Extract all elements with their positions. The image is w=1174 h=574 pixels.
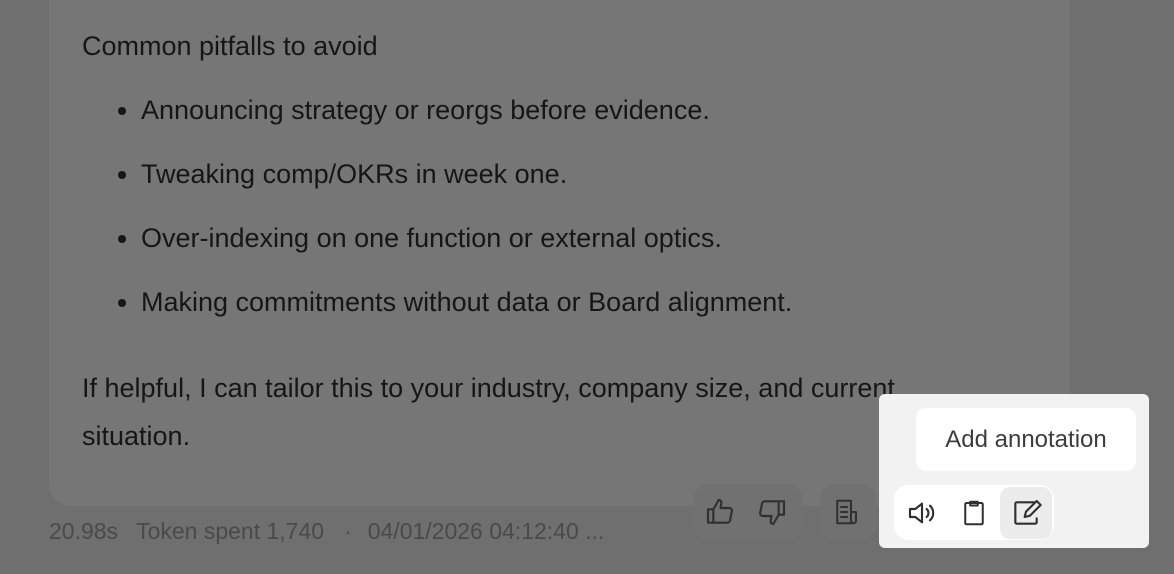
thumbs-down-button[interactable] <box>746 486 798 538</box>
list-item: Tweaking comp/OKRs in week one. <box>141 152 1042 216</box>
thumbs-up-icon <box>704 496 736 528</box>
annotation-log-action <box>820 484 876 540</box>
token-count: Token spent 1,740 <box>136 518 325 544</box>
speaker-icon <box>906 497 938 529</box>
list-item: Over-indexing on one function or externa… <box>141 216 1042 280</box>
copy-button[interactable] <box>948 487 1000 539</box>
pitfalls-list: Announcing strategy or reorgs before evi… <box>82 88 1042 344</box>
meta-separator: · <box>344 518 352 544</box>
message-meta: 20.98s Token spent 1,740 · 04/01/2026 04:12… <box>49 518 604 545</box>
message-toolbar <box>894 485 1054 540</box>
list-item: Making commitments without data or Board… <box>141 280 1042 344</box>
add-annotation-tooltip: Add annotation <box>916 408 1136 471</box>
thumbs-up-button[interactable] <box>694 486 746 538</box>
list-item: Announcing strategy or reorgs before evi… <box>141 88 1042 152</box>
message-timestamp: 04/01/2026 04:12:40 ... <box>367 518 605 544</box>
thumbs-down-icon <box>756 496 788 528</box>
document-list-icon <box>831 497 861 527</box>
feedback-actions <box>694 484 802 540</box>
clipboard-icon <box>959 498 989 528</box>
edit-note-icon <box>1010 497 1042 529</box>
annotation-log-button[interactable] <box>820 486 872 538</box>
add-annotation-button[interactable] <box>1000 486 1052 539</box>
response-time: 20.98s <box>49 518 119 544</box>
read-aloud-button[interactable] <box>896 487 948 539</box>
section-heading: Common pitfalls to avoid <box>82 31 378 61</box>
